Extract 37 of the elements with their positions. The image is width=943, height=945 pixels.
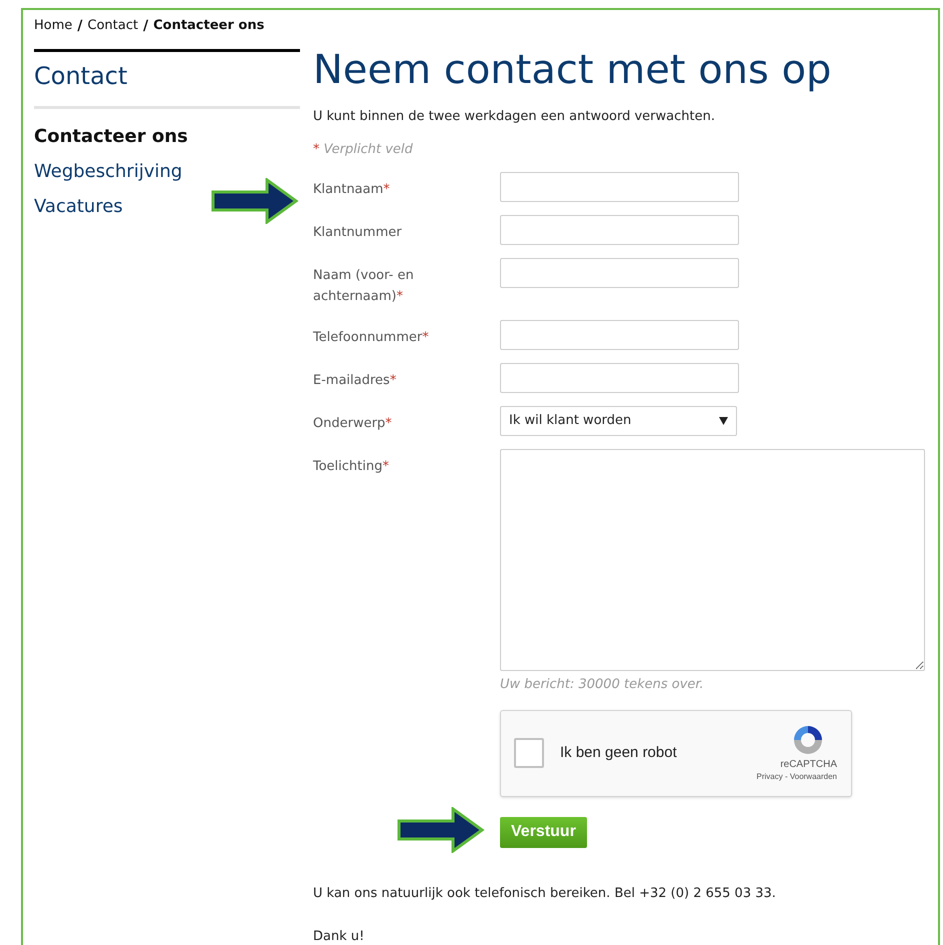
character-counter: Uw bericht: 30000 tekens over. [500, 676, 705, 694]
text-field[interactable] [500, 363, 739, 393]
text-field[interactable] [500, 172, 739, 202]
sidebar-link[interactable]: Wegbeschrijving [34, 154, 300, 189]
field-label: Toelichting* [313, 458, 390, 476]
captcha-brand: reCAPTCHA [780, 759, 837, 771]
captcha-label: Ik ben geen robot [560, 742, 677, 763]
field-label: Klantnaam* [313, 181, 391, 199]
sidebar-title: Contact [34, 52, 300, 109]
field-label: Klantnummer [313, 224, 403, 242]
sidebar-link[interactable]: Contacteer ons [34, 119, 300, 154]
recaptcha-logo-icon [791, 723, 825, 757]
dropdown-caret-icon [719, 417, 728, 425]
breadcrumb-link[interactable]: Home [34, 16, 72, 36]
arrow-icon [397, 807, 485, 853]
field-label: Telefoonnummer* [313, 329, 430, 347]
text-field[interactable] [500, 320, 739, 350]
breadcrumb-link[interactable]: Contact [88, 16, 138, 36]
subject-dropdown[interactable]: Ik wil klant worden [500, 406, 737, 436]
breadcrumb-link[interactable]: Contacteer ons [153, 16, 264, 36]
text-field[interactable] [500, 258, 739, 288]
breadcrumb-separator: / [143, 16, 148, 36]
field-label: E-mailadres* [313, 372, 398, 390]
field-label: Onderwerp* [313, 415, 393, 433]
closing-text: Dank u! [313, 928, 366, 945]
captcha-links[interactable]: Privacy - Voorwaarden [756, 771, 837, 783]
breadcrumb-separator: / [77, 16, 83, 36]
field-label: Naam (voor- en achternaam)* [313, 267, 415, 306]
captcha-checkbox[interactable] [514, 738, 544, 768]
arrow-icon [211, 178, 299, 224]
message-textarea[interactable] [500, 449, 925, 671]
text-field[interactable] [500, 215, 739, 245]
sidebar-link[interactable]: Vacatures [34, 189, 300, 224]
phone-text: U kan ons natuurlijk ook telefonisch bereiken. Bel +32 (0) 2 655 03 33. [313, 884, 777, 902]
page-heading: Neem contact met ons op [313, 47, 832, 93]
intro-text: U kunt binnen de twee werkdagen een antwoord verwachten. [313, 108, 716, 126]
required-note: * Verplicht veld [313, 140, 414, 158]
